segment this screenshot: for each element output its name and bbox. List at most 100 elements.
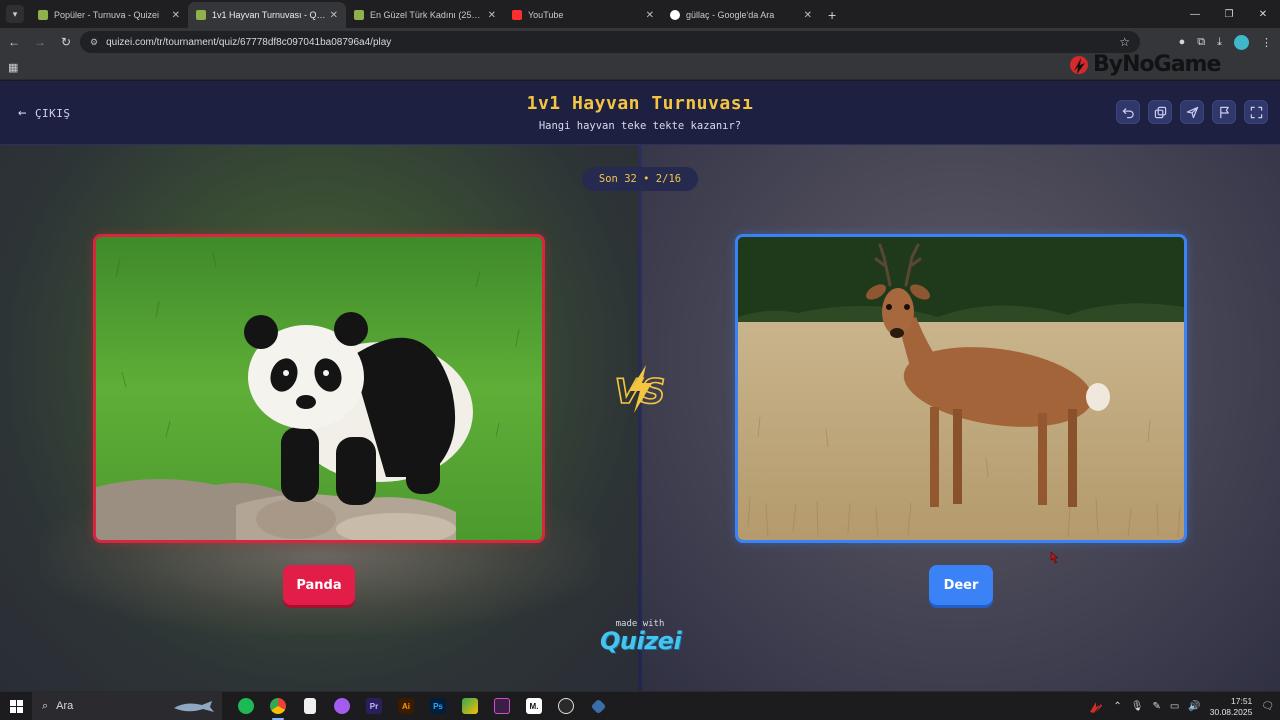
illustrator-taskbar-item[interactable]: Ai xyxy=(390,692,422,720)
notification-icon[interactable]: 🗨 xyxy=(1261,701,1274,712)
minimize-icon[interactable]: — xyxy=(1178,0,1212,28)
restore-icon[interactable]: ❐ xyxy=(1212,0,1246,28)
network-icon[interactable]: ▭ xyxy=(1170,701,1179,712)
bynogame-tray-icon[interactable] xyxy=(1088,700,1104,714)
close-icon[interactable]: ✕ xyxy=(488,10,496,21)
davinci-taskbar-item[interactable] xyxy=(486,692,518,720)
tab-title: 1v1 Hayvan Turnuvası - Quizei xyxy=(212,10,326,20)
report-button[interactable] xyxy=(1212,100,1236,124)
cube-taskbar-item[interactable] xyxy=(582,692,614,720)
made-with-quizei[interactable]: made with Quizei xyxy=(600,619,682,655)
apps-grid-icon[interactable]: ▦ xyxy=(8,61,18,74)
photoshop-icon: Ps xyxy=(430,698,446,714)
tab-turk-kadini[interactable]: En Güzel Türk Kadını (256 Kişi) ✕ xyxy=(346,2,504,28)
obs-taskbar-item[interactable] xyxy=(550,692,582,720)
extension-icon[interactable]: ● xyxy=(1179,36,1186,48)
deer-image xyxy=(738,237,1184,540)
reload-icon[interactable]: ↻ xyxy=(54,30,78,54)
clock-date: 30.08.2025 xyxy=(1209,706,1253,717)
panda-image xyxy=(96,237,542,540)
close-icon[interactable]: ✕ xyxy=(172,10,180,21)
close-icon[interactable]: ✕ xyxy=(330,10,338,21)
bynogame-logo-icon xyxy=(1070,55,1088,74)
menu-kebab-icon[interactable]: ⋮ xyxy=(1261,36,1272,49)
clock[interactable]: 17:51 30.08.2025 xyxy=(1210,696,1253,718)
file-icon xyxy=(304,698,316,714)
fullscreen-button[interactable] xyxy=(1244,100,1268,124)
bookmark-star-icon[interactable]: ☆ xyxy=(1119,35,1130,49)
browser-tabstrip: ▾ Popüler - Turnuva - Quizei ✕ 1v1 Hayva… xyxy=(0,0,1280,28)
taskbar-search[interactable]: ⌕ Ara xyxy=(32,691,222,720)
vote-deer-button[interactable]: Deer xyxy=(929,565,993,605)
messenger-taskbar-item[interactable] xyxy=(326,692,358,720)
profile-avatar[interactable] xyxy=(1234,34,1249,50)
quiz-page: ← ÇIKIŞ 1v1 Hayvan Turnuvası Hangi hayva… xyxy=(0,81,1280,691)
address-bar[interactable]: ⚙ quizei.com/tr/tournament/quiz/67778df8… xyxy=(80,31,1140,53)
close-icon[interactable]: ✕ xyxy=(646,10,654,21)
microphone-icon[interactable]: 🎙 xyxy=(1131,701,1144,712)
quiz-header: ← ÇIKIŞ 1v1 Hayvan Turnuvası Hangi hayva… xyxy=(0,81,1280,145)
round-indicator: Son 32 • 2/16 xyxy=(582,167,698,191)
chevron-up-icon[interactable]: ⌃ xyxy=(1113,701,1121,712)
obs-icon xyxy=(558,698,574,714)
spotify-taskbar-item[interactable] xyxy=(230,692,262,720)
contender-left-card[interactable] xyxy=(93,234,545,543)
send-icon xyxy=(1186,106,1198,118)
messenger-icon xyxy=(334,698,350,714)
quizei-favicon-icon xyxy=(196,10,206,20)
notion-icon: M. xyxy=(526,698,542,714)
chrome-taskbar-item[interactable] xyxy=(262,692,294,720)
contender-right-card[interactable] xyxy=(735,234,1187,543)
watermark-text: ByNoGame xyxy=(1093,52,1221,77)
volume-icon[interactable]: 🔊 xyxy=(1188,701,1200,712)
system-tray: ⌃ 🎙 ✎ ▭ 🔊 17:51 30.08.2025 🗨 xyxy=(1088,692,1280,720)
close-icon[interactable]: ✕ xyxy=(804,10,812,21)
sheets-icon xyxy=(462,698,478,714)
premiere-taskbar-item[interactable]: Pr xyxy=(358,692,390,720)
tab-title: YouTube xyxy=(528,10,564,20)
undo-icon xyxy=(1122,107,1134,118)
quizei-favicon-icon xyxy=(354,10,364,20)
google-favicon-icon xyxy=(670,10,680,20)
copy-button[interactable] xyxy=(1148,100,1172,124)
forward-icon[interactable]: → xyxy=(28,30,52,54)
clock-time: 17:51 xyxy=(1231,695,1253,706)
undo-button[interactable] xyxy=(1116,100,1140,124)
tab-title: En Güzel Türk Kadını (256 Kişi) xyxy=(370,10,484,20)
quizei-favicon-icon xyxy=(38,10,48,20)
vote-panda-button[interactable]: Panda xyxy=(283,565,355,605)
tab-populer[interactable]: Popüler - Turnuva - Quizei ✕ xyxy=(30,2,188,28)
tab-search-button[interactable]: ▾ xyxy=(6,5,24,23)
premiere-icon: Pr xyxy=(366,698,382,714)
close-window-icon[interactable]: ✕ xyxy=(1246,0,1280,28)
new-tab-button[interactable]: + xyxy=(828,7,836,23)
tab-title: Popüler - Turnuva - Quizei xyxy=(54,10,160,20)
page-subtitle: Hangi hayvan teke tekte kazanır? xyxy=(538,120,742,132)
youtube-favicon-icon xyxy=(512,10,522,20)
shark-search-highlight-icon xyxy=(174,700,214,712)
file-taskbar-item[interactable] xyxy=(294,692,326,720)
tab-hayvan-turnuvasi[interactable]: 1v1 Hayvan Turnuvası - Quizei ✕ xyxy=(188,2,346,28)
spotify-icon xyxy=(238,698,254,714)
share-button[interactable] xyxy=(1180,100,1204,124)
download-icon[interactable]: ⤓ xyxy=(1217,36,1222,49)
tab-google-search[interactable]: güllaç - Google'da Ara ✕ xyxy=(662,2,820,28)
fullscreen-icon xyxy=(1250,106,1262,118)
window-controls: — ❐ ✕ xyxy=(1178,0,1280,28)
illustrator-icon: Ai xyxy=(398,698,414,714)
photoshop-taskbar-item[interactable]: Ps xyxy=(422,692,454,720)
back-icon[interactable]: ← xyxy=(2,30,26,54)
search-icon: ⌕ xyxy=(42,699,49,712)
site-info-icon[interactable]: ⚙ xyxy=(90,37,98,48)
windows-logo-icon xyxy=(9,699,23,713)
notion-taskbar-item[interactable]: M. xyxy=(518,692,550,720)
pen-icon[interactable]: ✎ xyxy=(1152,701,1160,712)
start-button[interactable] xyxy=(0,692,32,720)
tab-youtube[interactable]: YouTube ✕ xyxy=(504,2,662,28)
puzzle-icon[interactable]: ⧉ xyxy=(1197,36,1205,49)
vs-lightning-icon: VS xyxy=(614,365,666,413)
sheets-taskbar-item[interactable] xyxy=(454,692,486,720)
chrome-icon xyxy=(270,698,286,714)
cube-icon xyxy=(590,698,606,714)
search-placeholder: Ara xyxy=(56,700,74,712)
